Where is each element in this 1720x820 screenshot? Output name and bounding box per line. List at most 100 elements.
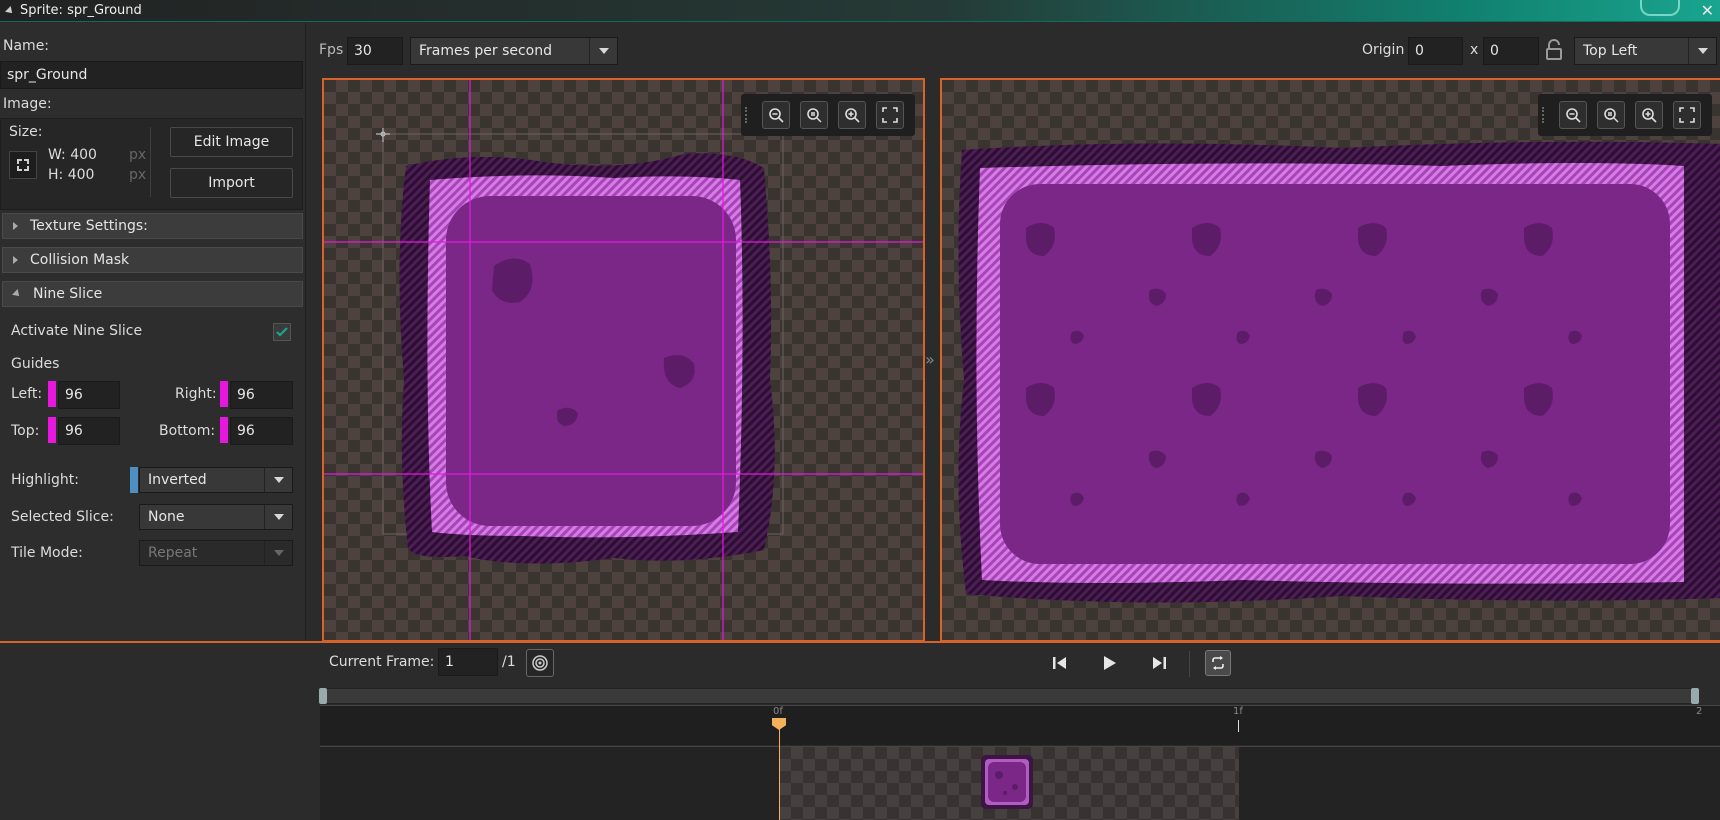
left-guide-label: Left: bbox=[11, 386, 43, 402]
grip-icon[interactable] bbox=[1542, 107, 1548, 123]
right-guide-color[interactable] bbox=[220, 381, 228, 407]
scroll-handle-end[interactable] bbox=[1691, 688, 1699, 704]
highlight-color[interactable] bbox=[130, 467, 138, 493]
collision-mask-header[interactable]: Collision Mask bbox=[2, 247, 303, 273]
nine-slice-header[interactable]: Nine Slice bbox=[2, 281, 303, 307]
expand-icon bbox=[13, 256, 18, 264]
fit-to-screen-icon[interactable] bbox=[1673, 101, 1701, 129]
tiled-preview bbox=[958, 141, 1720, 603]
nine-slice-preview-canvas[interactable] bbox=[940, 78, 1720, 642]
name-label: Name: bbox=[3, 38, 50, 54]
tile-mode-label: Tile Mode: bbox=[11, 545, 83, 561]
zoom-out-icon[interactable] bbox=[1559, 101, 1587, 129]
tile-mode-dropdown: Repeat bbox=[139, 540, 293, 566]
zoom-reset-icon[interactable] bbox=[800, 101, 828, 129]
skip-to-end-icon[interactable] bbox=[1149, 653, 1169, 677]
name-field[interactable]: spr_Ground bbox=[0, 61, 303, 89]
nine-slice-label: Nine Slice bbox=[33, 286, 103, 302]
loop-button[interactable] bbox=[1205, 650, 1231, 676]
timeline-panel: Current Frame: 1 /1 0f 1f 2 bbox=[0, 641, 1720, 820]
timeline-left-gutter bbox=[0, 643, 320, 820]
width-unit: px bbox=[129, 147, 147, 163]
selected-slice-label: Selected Slice: bbox=[11, 509, 114, 525]
tile-mode-value: Repeat bbox=[148, 545, 198, 561]
fps-mode-dropdown[interactable]: Frames per second bbox=[410, 37, 618, 65]
fit-to-screen-icon[interactable] bbox=[876, 101, 904, 129]
top-guide-label: Top: bbox=[11, 423, 40, 439]
current-frame-field[interactable]: 1 bbox=[438, 648, 498, 676]
top-guide-field[interactable]: 96 bbox=[58, 417, 120, 445]
import-button[interactable]: Import bbox=[170, 168, 293, 198]
bottom-guide-field[interactable]: 96 bbox=[230, 417, 293, 445]
ruler-mark: 0f bbox=[773, 706, 783, 717]
frame-total: /1 bbox=[502, 654, 516, 670]
highlight-label: Highlight: bbox=[11, 472, 79, 488]
top-guide-color[interactable] bbox=[48, 417, 56, 443]
frame-strip bbox=[320, 746, 1720, 820]
texture-settings-header[interactable]: Texture Settings: bbox=[2, 213, 303, 239]
window-title: Sprite: spr_Ground bbox=[20, 3, 142, 18]
left-guide-field[interactable]: 96 bbox=[58, 381, 120, 409]
collision-mask-label: Collision Mask bbox=[30, 252, 130, 268]
checkmark-icon bbox=[276, 327, 288, 337]
expand-icon bbox=[13, 222, 18, 230]
origin-label: Origin bbox=[1362, 42, 1405, 58]
image-label: Image: bbox=[3, 96, 52, 112]
resize-icon[interactable] bbox=[9, 151, 37, 179]
selected-slice-dropdown[interactable]: None bbox=[139, 504, 293, 530]
right-guide-label: Right: bbox=[175, 386, 217, 402]
grip-icon[interactable] bbox=[745, 107, 751, 123]
frame-thumbnail bbox=[981, 755, 1033, 809]
divider bbox=[1189, 651, 1190, 677]
playhead-line bbox=[779, 719, 780, 820]
close-icon[interactable]: ✕ bbox=[1701, 1, 1714, 20]
collapse-icon[interactable] bbox=[5, 5, 15, 16]
zoom-toolbar bbox=[741, 94, 915, 136]
origin-preset-dropdown[interactable]: Top Left bbox=[1574, 37, 1717, 65]
left-guide-color[interactable] bbox=[48, 381, 56, 407]
size-label: Size: bbox=[9, 124, 43, 140]
play-icon[interactable] bbox=[1099, 653, 1119, 677]
sprite-editor-canvas[interactable] bbox=[322, 78, 925, 642]
highlight-dropdown[interactable]: Inverted bbox=[139, 467, 293, 493]
timeline-scrollbar[interactable] bbox=[319, 688, 1699, 704]
splitter-handle[interactable]: » bbox=[925, 350, 935, 369]
activate-nine-slice-checkbox[interactable] bbox=[273, 323, 291, 341]
origin-preset-value: Top Left bbox=[1583, 43, 1638, 59]
current-frame-label: Current Frame: bbox=[329, 654, 435, 670]
lock-icon[interactable] bbox=[1545, 39, 1563, 65]
ruler-mark: 1f bbox=[1233, 706, 1243, 717]
zoom-toolbar-preview bbox=[1538, 94, 1712, 136]
chevron-down-icon bbox=[1688, 38, 1716, 64]
zoom-out-icon[interactable] bbox=[762, 101, 790, 129]
onion-skin-icon bbox=[532, 655, 548, 671]
edit-image-button[interactable]: Edit Image bbox=[170, 127, 293, 157]
zoom-reset-icon[interactable] bbox=[1597, 101, 1625, 129]
zoom-in-icon[interactable] bbox=[1635, 101, 1663, 129]
activate-nine-slice-label: Activate Nine Slice bbox=[11, 323, 143, 339]
bottom-guide-label: Bottom: bbox=[159, 423, 216, 439]
toolbar: Fps 30 Frames per second Origin 0 x 0 To… bbox=[307, 23, 1720, 77]
bottom-guide-color[interactable] bbox=[220, 417, 228, 443]
sprite-preview bbox=[324, 80, 923, 640]
right-guide-field[interactable]: 96 bbox=[230, 381, 293, 409]
onion-skin-button[interactable] bbox=[526, 649, 554, 677]
fps-field[interactable]: 30 bbox=[347, 37, 403, 65]
origin-y-field[interactable]: 0 bbox=[1483, 37, 1539, 65]
ruler-tick bbox=[1238, 720, 1239, 732]
origin-x-field[interactable]: 0 bbox=[1408, 37, 1463, 65]
timeline-ruler[interactable]: 0f 1f 2 bbox=[320, 705, 1720, 745]
zoom-in-icon[interactable] bbox=[838, 101, 866, 129]
chevron-down-icon bbox=[264, 505, 292, 529]
chevron-down-icon bbox=[264, 468, 292, 492]
frame-cell[interactable] bbox=[779, 747, 1239, 820]
origin-separator: x bbox=[1470, 42, 1479, 58]
scroll-handle-start[interactable] bbox=[319, 688, 327, 704]
title-bar: Sprite: spr_Ground ✕ bbox=[0, 0, 1720, 22]
collapse-icon bbox=[12, 289, 22, 299]
fps-mode-value: Frames per second bbox=[419, 43, 552, 59]
fps-label: Fps bbox=[319, 42, 344, 58]
loop-icon bbox=[1212, 656, 1224, 670]
guides-label: Guides bbox=[11, 356, 60, 372]
skip-to-start-icon[interactable] bbox=[1050, 653, 1070, 677]
